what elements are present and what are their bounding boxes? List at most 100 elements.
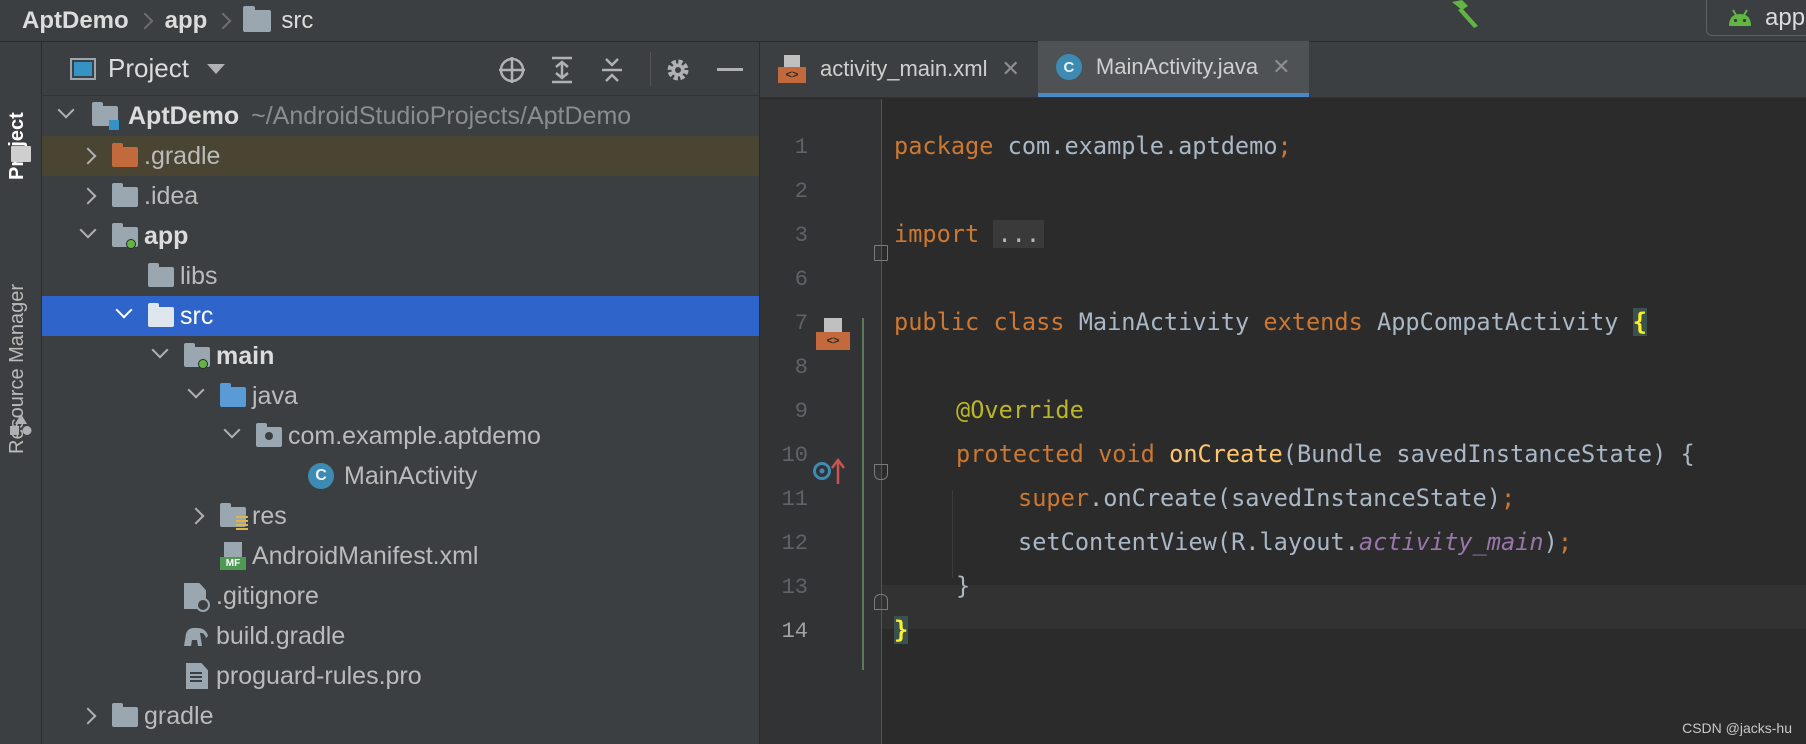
- tree-node[interactable]: res: [42, 496, 759, 536]
- manifest-badge: MF: [220, 557, 246, 570]
- folder-icon: [148, 303, 174, 327]
- tab-label: activity_main.xml: [820, 56, 988, 81]
- folded-imports[interactable]: ...: [993, 220, 1045, 248]
- chevron-right-icon[interactable]: [79, 147, 97, 165]
- chevron-down-icon[interactable]: [79, 221, 97, 239]
- project-tree: AptDemo ~/AndroidStudioProjects/AptDemo .…: [42, 96, 759, 736]
- project-folder-icon: [11, 146, 31, 162]
- tree-node-label: libs: [180, 261, 218, 290]
- chevron-right-icon[interactable]: [79, 187, 97, 205]
- code-text: (Bundle savedInstanceState) {: [1282, 440, 1695, 468]
- tree-node-label: .gradle: [144, 141, 221, 170]
- chevron-down-icon[interactable]: [187, 381, 205, 399]
- code-line-9[interactable]: @Override: [956, 396, 1084, 424]
- line-number: 10: [781, 443, 808, 468]
- breadcrumb-src[interactable]: src: [243, 5, 313, 35]
- breadcrumb-label: AptDemo: [22, 6, 129, 34]
- close-icon[interactable]: ✕: [1272, 54, 1290, 80]
- tree-node[interactable]: .idea: [42, 176, 759, 216]
- gradle-elephant-icon: [184, 627, 208, 646]
- left-tool-strip: Project Resource Manager: [0, 42, 42, 744]
- close-icon[interactable]: ✕: [1001, 56, 1019, 82]
- code-line-12[interactable]: setContentView(R.layout.activity_main);: [1018, 528, 1572, 556]
- tree-node[interactable]: MF AndroidManifest.xml: [42, 536, 759, 576]
- source-set-status-icon: [198, 359, 208, 369]
- superclass-name: AppCompatActivity: [1362, 308, 1633, 336]
- tree-node-label: app: [144, 221, 189, 250]
- folder-icon: [112, 183, 138, 207]
- run-configuration-selector[interactable]: app: [1706, 0, 1806, 36]
- code-line-11[interactable]: super.onCreate(savedInstanceState);: [1018, 484, 1515, 512]
- tree-node-selected[interactable]: src: [42, 296, 759, 336]
- code-line-3[interactable]: import ...: [894, 220, 1045, 248]
- code-line-10[interactable]: protected void onCreate(Bundle savedInst…: [956, 440, 1695, 468]
- breadcrumb-app[interactable]: app: [165, 7, 208, 35]
- line-number: 13: [781, 575, 808, 600]
- source-folder-icon: [220, 383, 246, 407]
- code-editor: <> activity_main.xml ✕ C MainActivity.ja…: [760, 41, 1806, 744]
- ignore-badge-icon: [196, 598, 210, 612]
- tree-node-label: main: [216, 341, 275, 370]
- chevron-right-icon[interactable]: [79, 707, 97, 725]
- settings-button[interactable]: [664, 56, 692, 84]
- layout-page: [824, 318, 842, 332]
- code-line-1[interactable]: package com.example.aptdemo;: [894, 132, 1292, 160]
- build-hammer-icon[interactable]: [1448, 0, 1488, 28]
- keyword: super: [1018, 484, 1090, 512]
- resource-manager-icon: [10, 414, 32, 435]
- tree-node[interactable]: build.gradle: [42, 616, 759, 656]
- static-field: activity_main: [1358, 528, 1544, 556]
- line-number: 8: [794, 355, 808, 380]
- tree-node[interactable]: com.example.aptdemo: [42, 416, 759, 456]
- override-method-gutter-icon[interactable]: [812, 456, 846, 486]
- keyword: extends: [1263, 308, 1363, 336]
- tree-node-root[interactable]: AptDemo ~/AndroidStudioProjects/AptDemo: [42, 96, 759, 136]
- tree-node[interactable]: C MainActivity: [42, 456, 759, 496]
- related-layout-gutter-icon[interactable]: <>: [816, 318, 850, 352]
- chevron-down-icon[interactable]: [151, 341, 169, 359]
- tree-node[interactable]: .gitignore: [42, 576, 759, 616]
- chevron-down-icon[interactable]: [57, 101, 75, 119]
- header-divider: [650, 52, 651, 86]
- matched-brace: }: [894, 616, 909, 644]
- code-line-7[interactable]: public class MainActivity extends AppCom…: [894, 308, 1647, 336]
- chevron-down-icon[interactable]: [115, 301, 133, 319]
- tree-node[interactable]: gradle: [42, 696, 759, 736]
- tree-node[interactable]: main: [42, 336, 759, 376]
- android-icon: [1729, 8, 1751, 26]
- code-text: }: [956, 572, 971, 600]
- project-view-selector[interactable]: Project: [108, 53, 189, 84]
- line-number: 14: [781, 619, 808, 644]
- tree-node-label: gradle: [144, 701, 214, 730]
- code-text: setContentView(R.layout.: [1018, 528, 1359, 556]
- indent-guide: [952, 490, 953, 578]
- dropdown-arrow-icon[interactable]: [206, 63, 225, 74]
- tree-node[interactable]: java: [42, 376, 759, 416]
- tab-main-activity-java[interactable]: C MainActivity.java ✕: [1037, 41, 1309, 97]
- tree-node[interactable]: app: [42, 216, 759, 256]
- tree-node[interactable]: libs: [42, 256, 759, 296]
- tab-activity-main-xml[interactable]: <> activity_main.xml ✕: [760, 41, 1038, 97]
- resource-badge-icon: [236, 516, 248, 530]
- chevron-down-icon[interactable]: [223, 421, 241, 439]
- breadcrumb-project[interactable]: AptDemo: [22, 7, 129, 35]
- editor-tab-bar: <> activity_main.xml ✕ C MainActivity.ja…: [760, 41, 1806, 98]
- gutter-divider: [881, 99, 882, 744]
- tree-node-label: MainActivity: [344, 461, 478, 490]
- xml-icon-badge: <>: [778, 67, 806, 83]
- fold-expand-icon[interactable]: [874, 245, 888, 261]
- fold-collapse-icon[interactable]: [874, 464, 888, 480]
- expand-all-button[interactable]: [548, 56, 576, 84]
- hide-panel-button[interactable]: [716, 56, 744, 84]
- collapse-all-button[interactable]: [598, 56, 626, 84]
- tree-node-label: AptDemo ~/AndroidStudioProjects/AptDemo: [128, 102, 631, 131]
- code-line-13[interactable]: }: [956, 572, 970, 600]
- fold-end-icon[interactable]: [874, 594, 888, 610]
- chevron-right-icon[interactable]: [187, 507, 205, 525]
- tree-node[interactable]: .gradle: [42, 136, 759, 176]
- keyword: import: [894, 220, 980, 248]
- tree-node[interactable]: proguard-rules.pro: [42, 656, 759, 696]
- select-opened-file-button[interactable]: [498, 56, 526, 84]
- code-line-14[interactable]: }: [894, 616, 909, 644]
- xml-icon-page: [784, 55, 800, 67]
